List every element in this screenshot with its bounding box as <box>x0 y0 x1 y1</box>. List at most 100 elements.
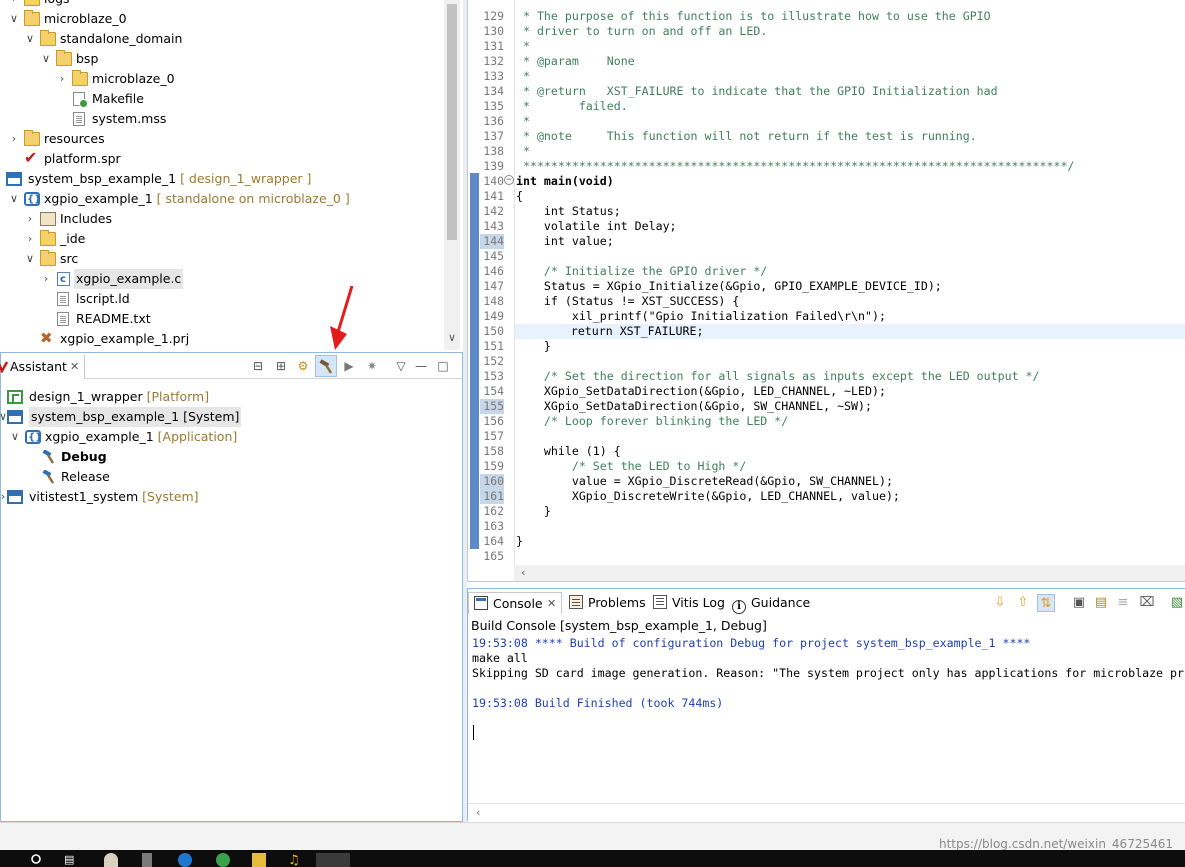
tree-item-microblaze-0[interactable]: ∨ microblaze_0 <box>0 9 440 29</box>
tree-item-standalone-domain[interactable]: ∨ standalone_domain <box>0 29 440 49</box>
tab-vitis-log[interactable]: Vitis Log <box>653 592 725 614</box>
line-number: 161 <box>480 489 504 504</box>
expand-all-icon[interactable]: ⊞ <box>273 358 289 374</box>
minimize-icon[interactable]: — <box>413 358 429 374</box>
open-console-icon[interactable]: ▧ <box>1168 594 1185 612</box>
tab-guidance[interactable]: i Guidance <box>732 592 810 614</box>
build-hammer-icon[interactable] <box>318 358 334 374</box>
previous-output-arrow-up-icon[interactable]: ⇧ <box>1014 594 1032 612</box>
tree-item-label: lscript.ld <box>76 291 130 306</box>
run-icon[interactable]: ▶︎ <box>341 358 357 374</box>
assistant-item-vitistest1-system[interactable]: › vitistest1_system [System] <box>1 487 461 507</box>
console-line: make all <box>472 651 528 665</box>
chevron-right-icon[interactable]: › <box>40 269 52 289</box>
tree-item-ide[interactable]: › _ide <box>0 229 440 249</box>
folder-icon <box>24 0 40 6</box>
tab-assistant[interactable]: Assistant ✕ <box>0 355 85 379</box>
explorer-scrollbar-thumb[interactable] <box>447 4 457 240</box>
chevron-down-icon[interactable]: ∨ <box>8 189 20 209</box>
folder-icon <box>72 70 88 86</box>
assistant-item-debug[interactable]: Debug <box>1 447 461 467</box>
collapse-all-icon[interactable]: ⊟ <box>250 358 266 374</box>
chrome-browser-icon[interactable] <box>216 853 230 867</box>
assistant-item-design-1-wrapper[interactable]: design_1_wrapper [Platform] <box>1 387 461 407</box>
tree-item-label: logs <box>44 0 70 9</box>
code-editor[interactable]: − 129 130 131 132 133 134 135 136 137 13… <box>467 0 1185 582</box>
assistant-item-label: xgpio_example_1 [Application] <box>45 427 237 447</box>
chevron-right-icon[interactable]: › <box>24 209 36 229</box>
scroll-lock-icon[interactable]: ⇅ <box>1037 594 1055 612</box>
info-icon: i <box>732 600 746 614</box>
paint-app-icon[interactable] <box>104 853 118 867</box>
view-menu-icon[interactable]: ▽ <box>393 358 409 374</box>
tab-problems[interactable]: Problems <box>569 592 646 614</box>
scroll-down-icon[interactable]: ∨ <box>444 330 460 346</box>
assistant-item-label: Debug <box>61 449 107 464</box>
show-console-icon[interactable]: ▤ <box>1092 594 1110 612</box>
tree-item-bsp[interactable]: ∨ bsp <box>0 49 440 69</box>
file-explorer-icon[interactable] <box>252 853 266 867</box>
chevron-right-icon[interactable]: › <box>24 229 36 249</box>
chevron-down-icon[interactable]: ∨ <box>40 49 52 69</box>
line-number: 142 <box>483 204 504 218</box>
tab-console[interactable]: Console ✕ <box>468 592 562 614</box>
tree-item-xgpio-example-1[interactable]: ∨ xgpio_example_1 [ standalone on microb… <box>0 189 440 210</box>
platform-icon <box>7 390 23 404</box>
assistant-item-release[interactable]: Release <box>1 467 461 487</box>
chevron-down-icon[interactable]: ∨ <box>24 29 36 49</box>
search-icon[interactable] <box>30 853 44 867</box>
chevron-right-icon[interactable]: › <box>56 69 68 89</box>
chevron-down-icon[interactable]: ∨ <box>24 249 36 269</box>
settings-gear-icon[interactable]: ⚙ <box>295 358 311 374</box>
line-number: 157 <box>483 429 504 443</box>
tree-item-readme[interactable]: README.txt <box>0 309 440 329</box>
calculator-app-icon[interactable] <box>142 853 152 867</box>
tree-item-src[interactable]: ∨ src <box>0 249 440 269</box>
assistant-item-xgpio-example-1[interactable]: ∨ xgpio_example_1 [Application] <box>1 427 461 448</box>
chevron-down-icon[interactable]: ∨ <box>9 427 21 447</box>
word-wrap-icon[interactable]: ≡ <box>1114 594 1132 612</box>
tree-item-xgpio-example-1-prj[interactable]: xgpio_example_1.prj <box>0 328 440 349</box>
close-icon[interactable]: ✕ <box>70 355 79 379</box>
clear-console-icon[interactable]: ⌧ <box>1138 594 1156 612</box>
folder-icon <box>24 10 40 26</box>
chevron-right-icon[interactable]: › <box>8 129 20 149</box>
close-icon[interactable]: ✕ <box>547 593 556 615</box>
application-project-icon <box>25 428 42 448</box>
fold-collapse-icon[interactable]: − <box>504 175 514 185</box>
vitis-app-active-icon[interactable] <box>316 853 350 867</box>
tree-item-makefile[interactable]: Makefile <box>0 89 440 109</box>
pin-console-icon[interactable]: ▣ <box>1070 594 1088 612</box>
code-line: * <box>516 69 530 83</box>
editor-horizontal-scrollbar[interactable]: ‹ <box>514 565 1185 581</box>
tree-item-xgpio-example-c[interactable]: › xgpio_example.c <box>0 269 440 290</box>
maximize-icon[interactable]: □ <box>435 358 451 374</box>
next-output-arrow-down-icon[interactable]: ⇩ <box>991 594 1009 612</box>
chevron-down-icon[interactable]: ∨ <box>8 9 20 29</box>
code-line: if (Status != XST_SUCCESS) { <box>516 294 740 308</box>
tree-item-system-mss[interactable]: system.mss <box>0 109 440 129</box>
chevron-right-icon[interactable]: › <box>8 0 20 9</box>
line-number: 148 <box>483 294 504 308</box>
tree-item-system-bsp-example-1[interactable]: system_bsp_example_1 [ design_1_wrapper … <box>0 169 440 189</box>
tree-item-logs[interactable]: › logs <box>0 0 440 9</box>
debug-bug-icon[interactable]: ✷ <box>364 358 380 374</box>
edge-browser-icon[interactable] <box>178 853 192 867</box>
line-number: 132 <box>483 54 504 68</box>
tree-item-bsp-microblaze-0[interactable]: › microblaze_0 <box>0 69 440 89</box>
tree-item-label: src <box>60 251 79 266</box>
line-number: 162 <box>483 504 504 518</box>
code-line: Status = XGpio_Initialize(&Gpio, GPIO_EX… <box>516 279 942 293</box>
build-config-hammer-icon <box>42 450 55 464</box>
folder-icon <box>24 130 40 146</box>
music-app-icon[interactable]: ♫ <box>288 853 302 867</box>
assistant-item-system-bsp-example-1[interactable]: ∨ system_bsp_example_1 [System] <box>0 407 461 427</box>
line-number: 152 <box>483 354 504 368</box>
tree-item-lscript-ld[interactable]: lscript.ld <box>0 289 440 309</box>
tree-item-platform-spr[interactable]: platform.spr <box>0 148 440 169</box>
tree-item-includes[interactable]: › Includes <box>0 209 440 229</box>
task-view-icon[interactable]: ▤ <box>64 853 78 867</box>
console-horizontal-scrollbar[interactable]: ‹ <box>468 803 1185 821</box>
tree-item-resources[interactable]: › resources <box>0 129 440 149</box>
code-line: } <box>516 504 551 518</box>
